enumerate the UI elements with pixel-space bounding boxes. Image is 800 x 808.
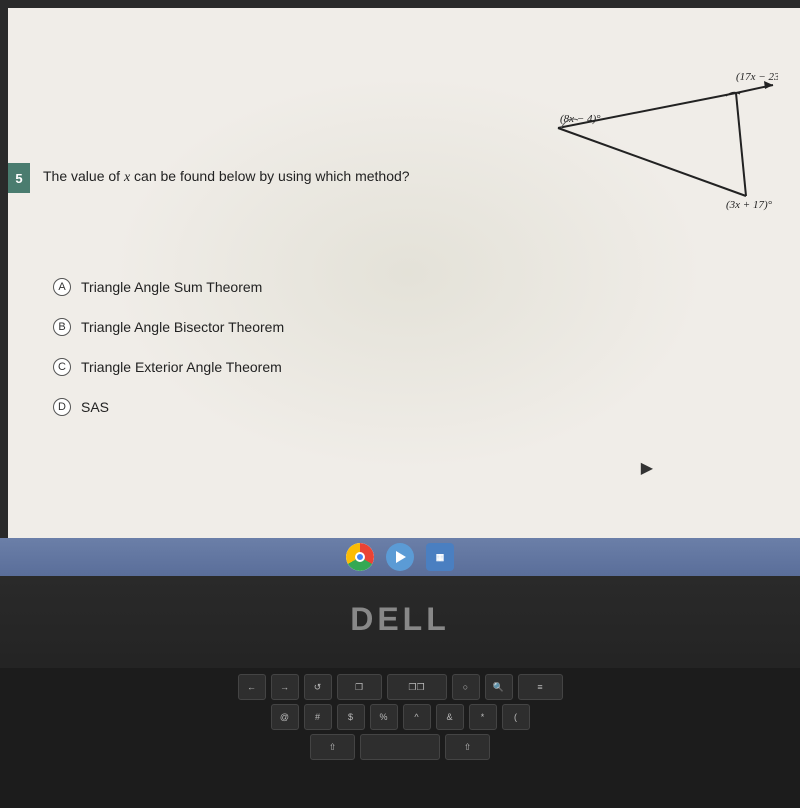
key-space[interactable] bbox=[360, 734, 440, 760]
answer-circle-d: D bbox=[53, 398, 71, 416]
answer-circle-b: B bbox=[53, 318, 71, 336]
answer-choices: A Triangle Angle Sum Theorem B Triangle … bbox=[53, 278, 284, 438]
answer-text-c: Triangle Exterior Angle Theorem bbox=[81, 359, 282, 375]
key-windows[interactable]: ❐❐ bbox=[387, 674, 447, 700]
key-dollar[interactable]: $ bbox=[337, 704, 365, 730]
answer-text-b: Triangle Angle Bisector Theorem bbox=[81, 319, 284, 335]
svg-text:(3x + 17)°: (3x + 17)° bbox=[726, 199, 773, 211]
answer-circle-c: C bbox=[53, 358, 71, 376]
laptop-bottom: DELL ← → ↺ ❐ ❐❐ ○ 🔍 ≡ @ # $ % ^ & * ( ⇧ bbox=[0, 576, 800, 808]
key-back[interactable]: ← bbox=[238, 674, 266, 700]
play-triangle-icon bbox=[396, 551, 406, 563]
key-at[interactable]: @ bbox=[271, 704, 299, 730]
keyboard-row-1: ← → ↺ ❐ ❐❐ ○ 🔍 ≡ bbox=[20, 674, 780, 700]
key-openparen[interactable]: ( bbox=[502, 704, 530, 730]
key-asterisk[interactable]: * bbox=[469, 704, 497, 730]
question-number: 5 bbox=[8, 163, 30, 193]
key-shift-left[interactable]: ⇧ bbox=[310, 734, 355, 760]
key-caret[interactable]: ^ bbox=[403, 704, 431, 730]
dell-logo: DELL bbox=[350, 601, 450, 638]
answer-circle-a: A bbox=[53, 278, 71, 296]
keyboard-row-2: @ # $ % ^ & * ( bbox=[20, 704, 780, 730]
key-menu[interactable]: ≡ bbox=[518, 674, 563, 700]
answer-c[interactable]: C Triangle Exterior Angle Theorem bbox=[53, 358, 284, 376]
key-forward[interactable]: → bbox=[271, 674, 299, 700]
key-refresh[interactable]: ↺ bbox=[304, 674, 332, 700]
answer-d[interactable]: D SAS bbox=[53, 398, 284, 416]
answer-a[interactable]: A Triangle Angle Sum Theorem bbox=[53, 278, 284, 296]
svg-text:(8x − 4)°: (8x − 4)° bbox=[560, 113, 601, 125]
answer-b[interactable]: B Triangle Angle Bisector Theorem bbox=[53, 318, 284, 336]
key-hash[interactable]: # bbox=[304, 704, 332, 730]
key-fullscreen[interactable]: ❐ bbox=[337, 674, 382, 700]
question-text: The value of x can be found below by usi… bbox=[43, 168, 410, 186]
chrome-icon[interactable] bbox=[346, 543, 374, 571]
key-percent[interactable]: % bbox=[370, 704, 398, 730]
app-icon[interactable]: ▦ bbox=[426, 543, 454, 571]
key-circle[interactable]: ○ bbox=[452, 674, 480, 700]
keyboard-row-3: ⇧ ⇧ bbox=[20, 734, 780, 760]
key-search[interactable]: 🔍 bbox=[485, 674, 513, 700]
answer-text-d: SAS bbox=[81, 399, 109, 415]
screen: 5 The value of x can be found below by u… bbox=[8, 8, 800, 538]
triangle-diagram: (8x − 4)° (17x − 23)° (3x + 17)° bbox=[478, 38, 778, 268]
taskbar: ▦ bbox=[0, 538, 800, 576]
cursor: ▶ bbox=[641, 458, 653, 478]
key-shift-right[interactable]: ⇧ bbox=[445, 734, 490, 760]
key-amp[interactable]: & bbox=[436, 704, 464, 730]
play-button[interactable] bbox=[386, 543, 414, 571]
svg-text:(17x − 23)°: (17x − 23)° bbox=[736, 71, 778, 83]
keyboard: ← → ↺ ❐ ❐❐ ○ 🔍 ≡ @ # $ % ^ & * ( ⇧ ⇧ bbox=[0, 668, 800, 808]
answer-text-a: Triangle Angle Sum Theorem bbox=[81, 279, 262, 295]
